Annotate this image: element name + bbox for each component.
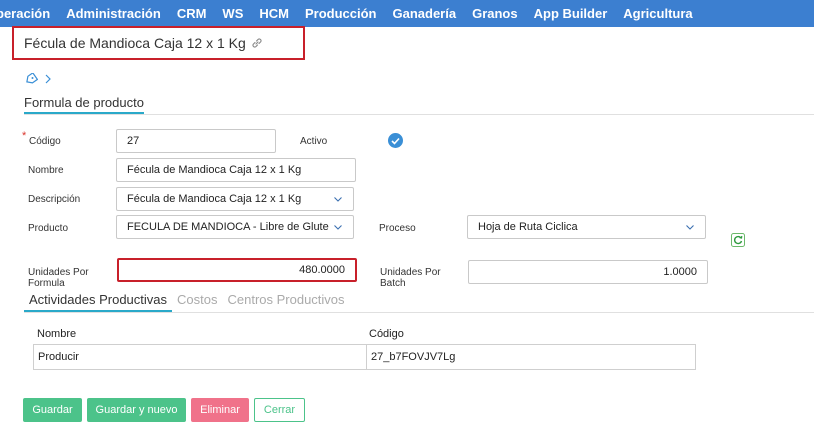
descripcion-value: Fécula de Mandioca Caja 12 x 1 Kg (127, 193, 302, 205)
unidades-batch-field[interactable]: 1.0000 (468, 260, 708, 284)
nav-item-produccion[interactable]: Producción (297, 0, 385, 27)
chevron-down-icon (686, 225, 694, 230)
required-mark: * (22, 130, 27, 142)
chevron-down-icon (334, 225, 342, 230)
tag-row (24, 72, 52, 90)
check-icon (391, 137, 400, 145)
subtabs-divider (24, 312, 814, 313)
unidades-batch-label-line1: Unidades Por (380, 267, 441, 278)
activo-label: Activo (300, 136, 328, 147)
codigo-value: 27 (127, 135, 140, 147)
save-button[interactable]: Guardar (23, 398, 82, 422)
chevron-right-icon[interactable] (44, 72, 52, 90)
nombre-value: Fécula de Mandioca Caja 12 x 1 Kg (127, 164, 302, 176)
top-nav: peración Administración CRM WS HCM Produ… (0, 0, 814, 27)
page-title: Fécula de Mandioca Caja 12 x 1 Kg (24, 35, 246, 51)
nombre-label: Nombre (28, 165, 64, 176)
proceso-select[interactable]: Hoja de Ruta Ciclica (467, 215, 706, 239)
unidades-batch-label-line2: Batch (380, 278, 406, 289)
section-divider (24, 114, 814, 115)
unidades-formula-value: 480.0000 (299, 264, 345, 276)
nav-item-operacion[interactable]: peración (0, 0, 58, 27)
unidades-formula-label-line2: Formula (28, 278, 65, 289)
tab-costos[interactable]: Costos (172, 292, 222, 313)
chevron-down-icon (334, 197, 342, 202)
unidades-formula-label: Unidades Por Formula (28, 267, 89, 289)
nav-item-ws[interactable]: WS (214, 0, 251, 27)
column-header-nombre[interactable]: Nombre (33, 328, 365, 340)
nav-item-agricultura[interactable]: Agricultura (615, 0, 700, 27)
producto-label: Producto (28, 223, 69, 234)
table-row[interactable]: Producir 27_b7FOVJV7Lg (33, 345, 696, 370)
unidades-formula-label-line1: Unidades Por (28, 267, 89, 278)
producto-select[interactable]: FECULA DE MANDIOCA - Libre de Gluten (C (116, 215, 354, 239)
link-icon[interactable] (250, 36, 264, 50)
unidades-formula-field[interactable]: 480.0000 (117, 258, 357, 282)
tag-icon[interactable] (24, 72, 39, 90)
codigo-label: Código (29, 136, 61, 147)
refresh-icon[interactable] (731, 233, 745, 247)
activities-table: Nombre Código Producir 27_b7FOVJV7Lg (33, 323, 696, 370)
descripcion-label: Descripción (28, 194, 81, 205)
cell-nombre: Producir (38, 351, 79, 363)
nav-item-crm[interactable]: CRM (169, 0, 215, 27)
cell-codigo: 27_b7FOVJV7Lg (366, 345, 695, 369)
nav-item-ganaderia[interactable]: Ganadería (385, 0, 465, 27)
unidades-batch-value: 1.0000 (663, 266, 697, 278)
tab-actividades-productivas[interactable]: Actividades Productivas (24, 292, 173, 313)
nav-item-hcm[interactable]: HCM (251, 0, 297, 27)
close-button[interactable]: Cerrar (254, 398, 305, 422)
table-header: Nombre Código (33, 323, 696, 345)
delete-button[interactable]: Eliminar (191, 398, 249, 422)
nav-item-administracion[interactable]: Administración (58, 0, 169, 27)
proceso-label: Proceso (379, 223, 416, 234)
descripcion-select[interactable]: Fécula de Mandioca Caja 12 x 1 Kg (116, 187, 354, 211)
nav-item-app-builder[interactable]: App Builder (526, 0, 616, 27)
proceso-value: Hoja de Ruta Ciclica (478, 221, 578, 233)
column-header-codigo[interactable]: Código (365, 323, 696, 344)
producto-value: FECULA DE MANDIOCA - Libre de Gluten (C (127, 221, 329, 233)
unidades-batch-label: Unidades Por Batch (380, 267, 441, 289)
codigo-field[interactable]: 27 (116, 129, 276, 153)
activo-checkbox[interactable] (388, 133, 403, 148)
tab-formula-producto[interactable]: Formula de producto (24, 95, 144, 115)
subtabs: Actividades Productivas Costos Centros P… (24, 292, 350, 313)
save-and-new-button[interactable]: Guardar y nuevo (87, 398, 186, 422)
nav-item-granos[interactable]: Granos (464, 0, 526, 27)
tab-centros-productivos[interactable]: Centros Productivos (222, 292, 349, 313)
nombre-field[interactable]: Fécula de Mandioca Caja 12 x 1 Kg (116, 158, 356, 182)
page-title-box: Fécula de Mandioca Caja 12 x 1 Kg (12, 26, 305, 60)
